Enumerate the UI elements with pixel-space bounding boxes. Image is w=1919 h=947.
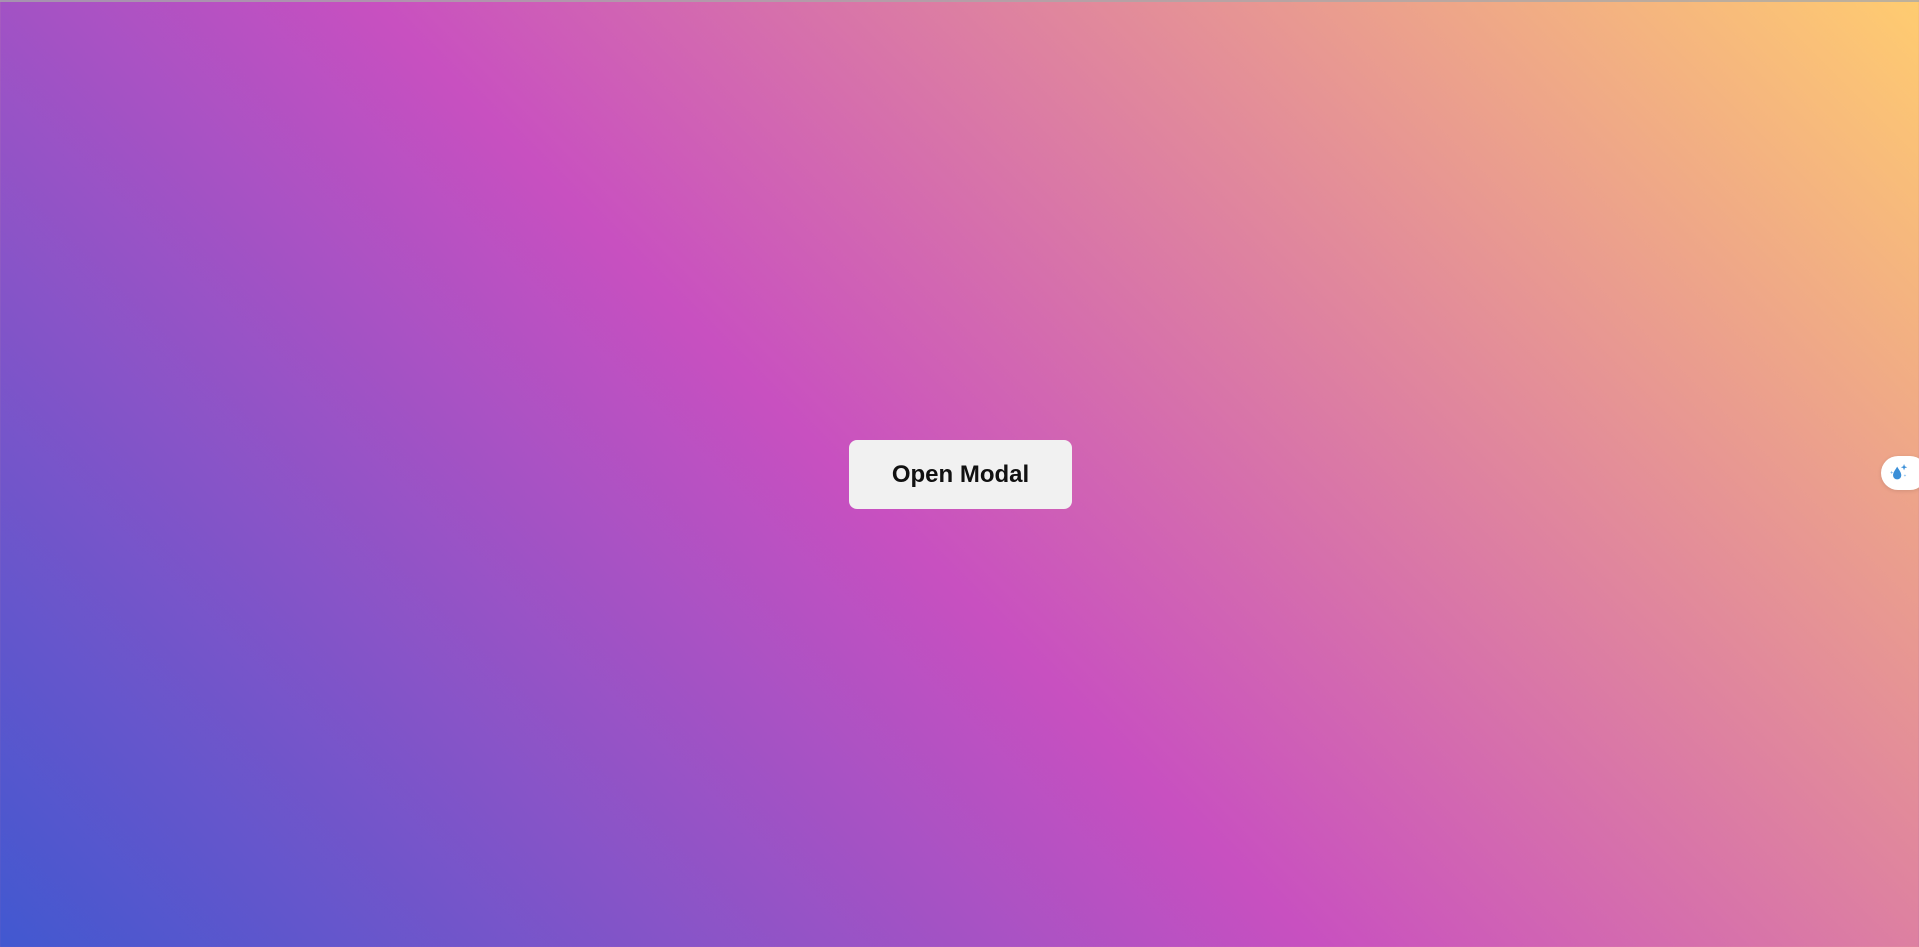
- extension-side-tab[interactable]: [1881, 456, 1919, 490]
- browser-top-border: [0, 0, 1919, 2]
- water-drop-sparkle-icon: [1888, 462, 1910, 484]
- open-modal-button[interactable]: Open Modal: [849, 440, 1072, 509]
